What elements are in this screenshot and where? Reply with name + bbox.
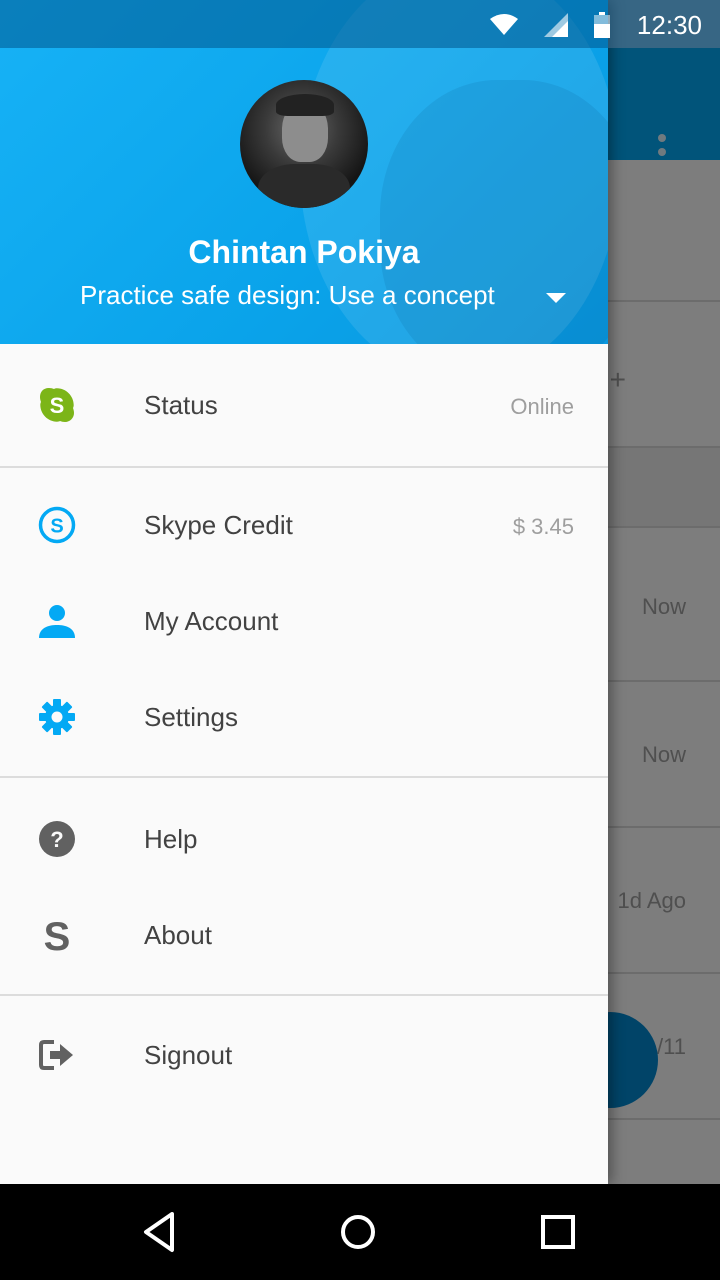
menu-item-status[interactable]: S Status Online [0,358,608,454]
skype-status-icon: S [40,388,74,422]
menu-item-label: Help [144,824,198,854]
recents-icon[interactable] [534,1208,582,1256]
user-name: Chintan Pokiya [188,234,420,270]
help-icon: ? [39,821,75,857]
skype-credit-icon: S [38,506,76,544]
cell-signal-icon [544,13,568,37]
menu-item-label: My Account [144,606,279,636]
menu-item-signout[interactable]: Signout [0,1008,608,1104]
svg-text:S: S [44,916,71,954]
status-value: Online [510,394,574,419]
menu-item-settings[interactable]: Settings [0,670,608,766]
drawer-header: Chintan Pokiya Practice safe design: Use… [0,0,608,344]
menu-item-label: About [144,920,212,950]
menu-item-label: Skype Credit [144,510,293,540]
menu-item-about[interactable]: S About [0,888,608,984]
wifi-icon [490,14,518,35]
gear-icon [39,699,75,735]
navigation-drawer: Chintan Pokiya Practice safe design: Use… [0,0,608,1184]
skype-s-icon: S [44,916,71,954]
status-bar: 12:30 [0,0,720,48]
clock: 12:30 [636,10,702,40]
svg-text:S: S [50,393,65,418]
divider [0,466,608,468]
menu-item-label: Signout [144,1040,233,1070]
svg-text:S: S [50,516,63,538]
battery-icon [594,12,610,38]
signout-icon [39,1040,73,1070]
back-icon[interactable] [134,1208,182,1256]
credit-value: $ 3.45 [512,514,574,539]
avatar[interactable] [240,80,368,208]
home-icon[interactable] [334,1208,382,1256]
account-dropdown-icon[interactable] [546,293,566,303]
svg-text:?: ? [50,827,63,852]
person-icon [39,605,75,638]
mood-message[interactable]: Practice safe design: Use a concept [80,280,495,311]
menu-item-label: Settings [144,702,238,732]
system-nav-bar [0,1184,720,1280]
divider [0,994,608,996]
menu-item-my-account[interactable]: My Account [0,574,608,670]
menu-item-skype-credit[interactable]: S Skype Credit $ 3.45 [0,478,608,574]
menu-item-label: Status [144,390,218,420]
divider [0,776,608,778]
menu-item-help[interactable]: ? Help [0,792,608,888]
